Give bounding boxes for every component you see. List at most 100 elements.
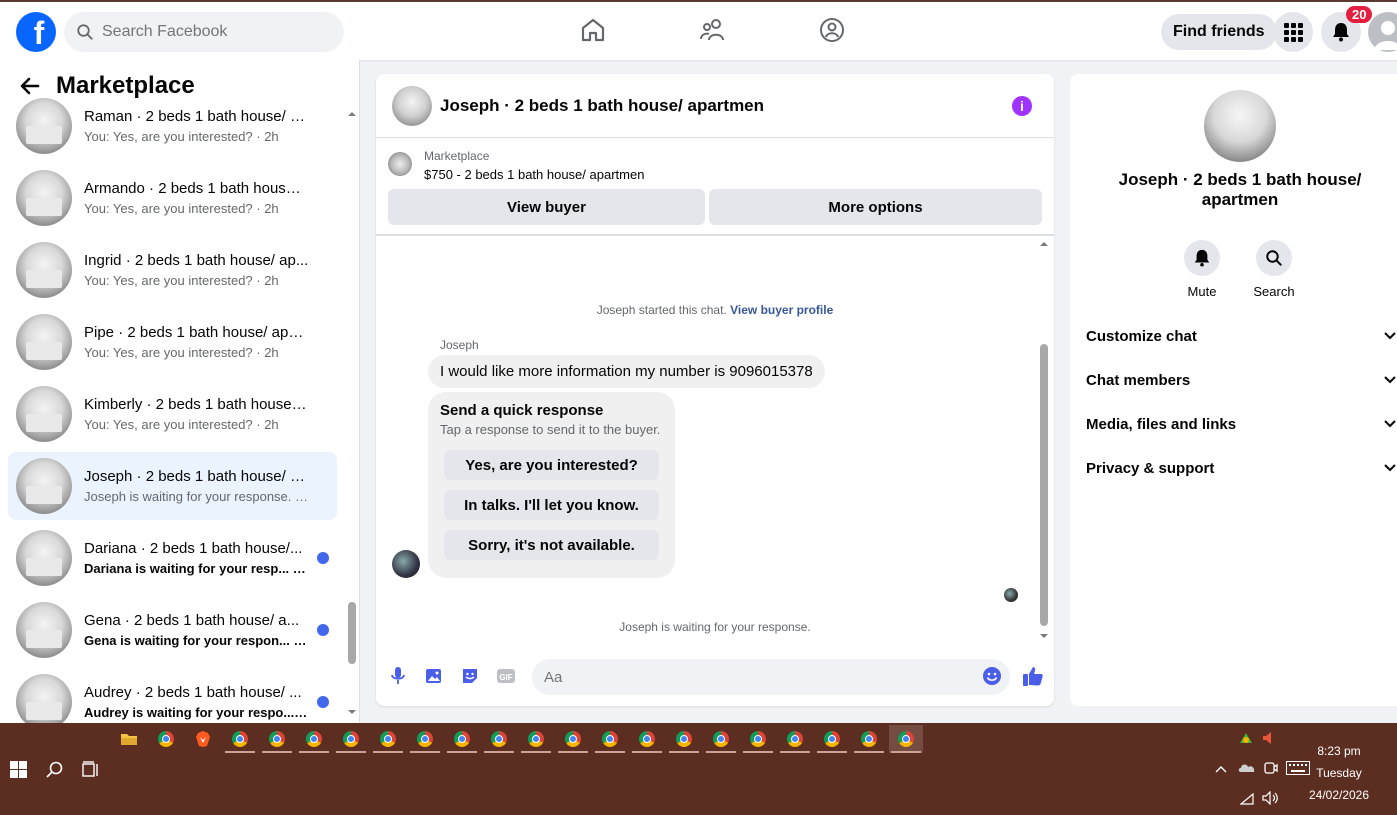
chrome-taskbar-button[interactable]: [593, 725, 627, 753]
task-view-icon[interactable]: [82, 761, 100, 779]
conversation-item[interactable]: Pipe · 2 beds 1 bath house/ apar... You: …: [8, 308, 337, 376]
chrome-taskbar-button[interactable]: [741, 725, 775, 753]
listing-thumbnail[interactable]: [388, 152, 412, 176]
volume-muted-icon[interactable]: [1262, 731, 1274, 745]
chrome-taskbar-button[interactable]: [260, 725, 294, 753]
chrome-taskbar-button[interactable]: [149, 725, 183, 753]
taskbar-search-icon[interactable]: [46, 761, 64, 779]
sticker-icon[interactable]: [460, 666, 480, 686]
chrome-taskbar-button[interactable]: [704, 725, 738, 753]
chrome-taskbar-button[interactable]: [667, 725, 701, 753]
speaker-icon[interactable]: [1262, 791, 1278, 805]
conversation-item[interactable]: Joseph · 2 beds 1 bath house/ a... Joseph…: [8, 452, 337, 520]
conversation-item[interactable]: Dariana · 2 beds 1 bath house/... Dariana…: [8, 524, 337, 592]
taskbar-running-indicator: [595, 751, 625, 753]
conversation-item[interactable]: Ingrid · 2 beds 1 bath house/ ap... You: …: [8, 236, 337, 304]
chevron-down-icon: [1384, 376, 1396, 384]
marketplace-sidebar: Marketplace Raman · 2 beds 1 bath house/…: [0, 60, 360, 723]
search-label: Search: [1253, 284, 1295, 299]
chat-members-section[interactable]: Chat members: [1086, 368, 1396, 392]
gif-icon[interactable]: GIF: [496, 666, 516, 686]
chat-scroll-down-icon[interactable]: [1038, 632, 1050, 640]
mute-action[interactable]: Mute: [1172, 240, 1232, 299]
profile-avatar[interactable]: [1368, 12, 1397, 52]
customize-chat-section[interactable]: Customize chat: [1086, 324, 1396, 348]
onedrive-cloud-icon[interactable]: [1238, 763, 1256, 773]
chrome-taskbar-button[interactable]: [519, 725, 553, 753]
message-bubble[interactable]: I would like more information my number …: [428, 355, 825, 388]
chat-scroll-up-icon[interactable]: [1038, 240, 1050, 248]
microphone-icon[interactable]: [388, 666, 408, 686]
chrome-taskbar-button[interactable]: [556, 725, 590, 753]
chrome-taskbar-button[interactable]: [297, 725, 331, 753]
chrome-taskbar-button[interactable]: [371, 725, 405, 753]
quick-reply-in-talks[interactable]: In talks. I'll let you know.: [444, 490, 659, 520]
groups-icon[interactable]: [818, 16, 846, 44]
tray-app-icon[interactable]: [1238, 731, 1254, 745]
chrome-taskbar-button[interactable]: [445, 725, 479, 753]
search-action[interactable]: Search: [1244, 240, 1304, 299]
scroll-down-icon[interactable]: [347, 708, 357, 716]
friends-icon[interactable]: [699, 16, 727, 44]
search-input[interactable]: [102, 23, 322, 41]
conversation-item[interactable]: Raman · 2 beds 1 bath house/ a... You: Ye…: [8, 92, 337, 160]
file-explorer-taskbar-button[interactable]: [112, 725, 146, 753]
chrome-taskbar-button[interactable]: [815, 725, 849, 753]
chrome-taskbar-button[interactable]: [778, 725, 812, 753]
conversation-item[interactable]: Audrey · 2 beds 1 bath house/ ... Audrey …: [8, 668, 337, 723]
conversation-item[interactable]: Kimberly · 2 beds 1 bath house/ ... You: …: [8, 380, 337, 448]
message-input[interactable]: [532, 659, 1010, 695]
scroll-up-icon[interactable]: [347, 110, 357, 118]
view-buyer-profile-link[interactable]: View buyer profile: [730, 303, 833, 317]
chevron-up-icon[interactable]: [1215, 765, 1227, 773]
quick-reply-not-available[interactable]: Sorry, it's not available.: [444, 530, 659, 560]
taskbar-running-indicator: [817, 751, 847, 753]
chrome-taskbar-button[interactable]: [223, 725, 257, 753]
chrome-taskbar-button[interactable]: [889, 725, 923, 753]
svg-text:GIF: GIF: [499, 673, 512, 682]
search-box[interactable]: [64, 12, 344, 52]
conversation-text: Audrey · 2 beds 1 bath house/ ... Audrey …: [84, 684, 309, 720]
privacy-support-section[interactable]: Privacy & support: [1086, 456, 1396, 480]
chrome-icon: [343, 731, 359, 747]
contact-avatar[interactable]: [1204, 90, 1276, 162]
brave-taskbar-button[interactable]: [186, 725, 220, 753]
like-thumb-icon[interactable]: [1022, 665, 1044, 687]
chrome-taskbar-button[interactable]: [334, 725, 368, 753]
conversation-avatar: [16, 386, 72, 442]
view-buyer-button[interactable]: View buyer: [388, 189, 705, 225]
grid-menu-icon: [1284, 23, 1303, 42]
info-icon[interactable]: i: [1012, 96, 1032, 116]
chat-scroll-thumb[interactable]: [1040, 344, 1048, 626]
windows-start-icon[interactable]: [10, 761, 27, 778]
facebook-logo-icon[interactable]: f: [16, 12, 56, 52]
chrome-taskbar-button[interactable]: [482, 725, 516, 753]
chat-avatar[interactable]: [392, 85, 432, 126]
quick-reply-yes[interactable]: Yes, are you interested?: [444, 450, 659, 480]
more-options-button[interactable]: More options: [709, 189, 1042, 225]
sidebar-scroll-thumb[interactable]: [348, 602, 356, 664]
chrome-taskbar-button[interactable]: [408, 725, 442, 753]
menu-button[interactable]: [1273, 12, 1313, 52]
conversation-item[interactable]: Armando · 2 beds 1 bath house/ ... You: Y…: [8, 164, 337, 232]
wifi-icon[interactable]: [1240, 793, 1254, 805]
meet-now-icon[interactable]: [1264, 761, 1278, 775]
taskbar-clock[interactable]: 8:23 pm Tuesday 24/02/2026: [1299, 740, 1379, 806]
sender-avatar: [392, 550, 420, 578]
taskbar-running-indicator: [299, 751, 329, 753]
photo-icon[interactable]: [424, 666, 444, 686]
chrome-taskbar-button[interactable]: [852, 725, 886, 753]
chat-title[interactable]: Joseph · 2 beds 1 bath house/ apartmen: [440, 96, 764, 116]
chat-scrollbar[interactable]: [1038, 240, 1050, 642]
conversation-item[interactable]: Gena · 2 beds 1 bath house/ a... Gena is …: [8, 596, 337, 664]
emoji-icon[interactable]: [982, 666, 1002, 686]
media-files-links-section[interactable]: Media, files and links: [1086, 412, 1396, 436]
home-icon[interactable]: [579, 16, 607, 44]
find-friends-button[interactable]: Find friends: [1161, 14, 1277, 50]
conversation-name: Armando · 2 beds 1 bath house/ ...: [84, 180, 309, 197]
chrome-icon: [602, 731, 618, 747]
chrome-icon: [158, 731, 174, 747]
chrome-taskbar-button[interactable]: [630, 725, 664, 753]
sidebar-scrollbar[interactable]: [347, 110, 357, 720]
conversation-avatar: [16, 602, 72, 658]
